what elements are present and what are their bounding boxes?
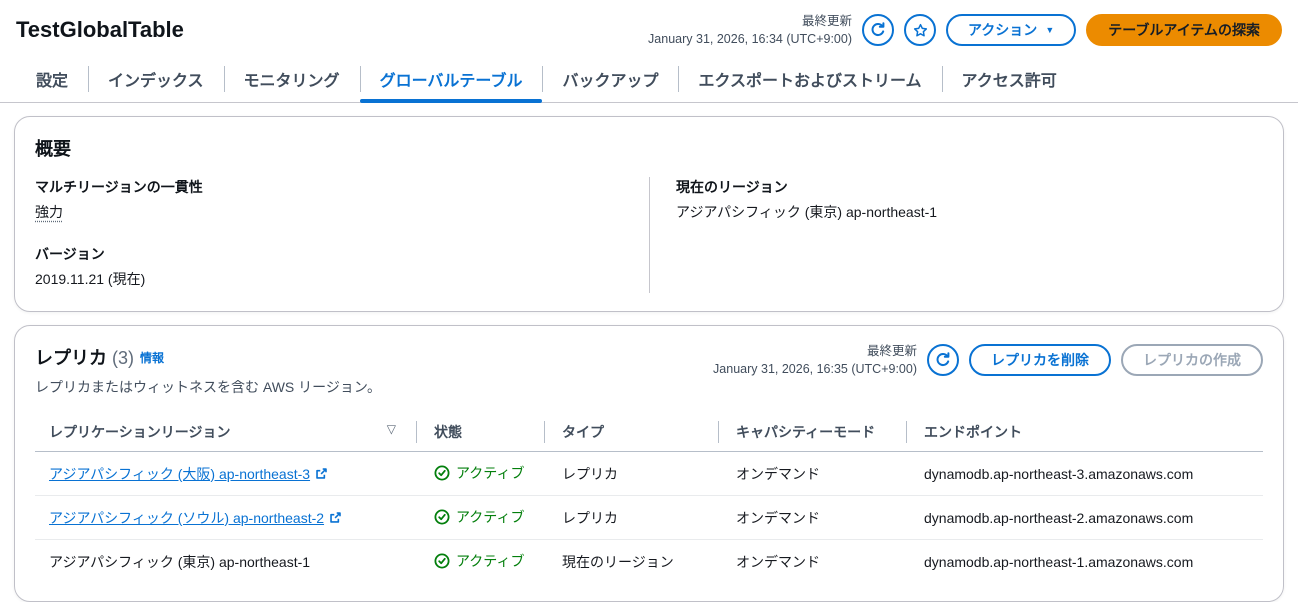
current-region-label: 現在のリージョン	[676, 179, 788, 196]
refresh-icon	[935, 352, 951, 368]
tab-bar: 設定 インデックス モニタリング グローバルテーブル バックアップ エクスポート…	[0, 56, 1298, 104]
column-header-type: タイプ	[544, 413, 718, 453]
tab-exports-streams[interactable]: エクスポートおよびストリーム	[678, 56, 941, 102]
refresh-button[interactable]	[862, 14, 894, 47]
type-cell: レプリカ	[544, 451, 718, 497]
region-text: アジアパシフィック (東京) ap-northeast-1	[49, 553, 311, 570]
page-header: TestGlobalTable 最終更新 January 31, 2026, 1…	[0, 0, 1298, 48]
header-last-updated: 最終更新 January 31, 2026, 16:34 (UTC+9:00)	[648, 12, 852, 48]
status-badge: アクティブ	[434, 551, 524, 571]
table-row: アジアパシフィック (大阪) ap-northeast-3 アクティブ レプリカ…	[35, 451, 1263, 497]
refresh-icon	[870, 22, 886, 38]
replicas-count: (3)	[112, 348, 135, 369]
overview-title: 概要	[35, 139, 71, 160]
overview-left-column: マルチリージョンの一貫性 強力 バージョン 2019.11.21 (現在)	[35, 177, 649, 293]
capacity-mode-cell: オンデマンド	[718, 495, 906, 541]
column-header-region[interactable]: ▽ レプリケーションリージョン	[35, 413, 416, 453]
consistency-field: マルチリージョンの一貫性 強力	[35, 177, 649, 222]
endpoint-cell: dynamodb.ap-northeast-2.amazonaws.com	[906, 495, 1263, 541]
caret-down-icon: ▼	[1045, 24, 1055, 35]
tab-permissions[interactable]: アクセス許可	[942, 56, 1077, 102]
replicas-description: レプリカまたはウィットネスを含む AWS リージョン。	[35, 379, 382, 396]
header-actions: 最終更新 January 31, 2026, 16:34 (UTC+9:00) …	[648, 12, 1282, 48]
version-label: バージョン	[35, 246, 105, 263]
capacity-mode-cell: オンデマンド	[736, 553, 820, 570]
version-field: バージョン 2019.11.21 (現在)	[35, 244, 649, 289]
endpoint-cell: dynamodb.ap-northeast-3.amazonaws.com	[906, 451, 1263, 497]
replicas-table-header-row: ▽ レプリケーションリージョン 状態 タイプ キャパシティーモード エンドポイント	[35, 413, 1263, 453]
current-region-field: 現在のリージョン アジアパシフィック (東京) ap-northeast-1	[676, 177, 1263, 222]
last-updated-value: January 31, 2026, 16:34 (UTC+9:00)	[648, 32, 852, 47]
column-header-status: 状態	[416, 413, 544, 453]
replicas-last-updated-value: January 31, 2026, 16:35 (UTC+9:00)	[713, 362, 917, 377]
tab-global-tables[interactable]: グローバルテーブル	[359, 56, 543, 104]
replicas-card: レプリカ (3) 情報 レプリカまたはウィットネスを含む AWS リージョン。 最…	[14, 325, 1284, 602]
replicas-heading-block: レプリカ (3) 情報 レプリカまたはウィットネスを含む AWS リージョン。	[35, 342, 381, 397]
replicas-actions: 最終更新 January 31, 2026, 16:35 (UTC+9:00) …	[713, 342, 1263, 378]
star-icon	[913, 23, 928, 38]
favorite-star-button[interactable]	[904, 14, 936, 47]
column-header-endpoint: エンドポイント	[906, 413, 1263, 453]
status-active-icon	[434, 553, 450, 569]
tab-indexes[interactable]: インデックス	[88, 56, 224, 102]
status-active-icon	[434, 465, 450, 481]
consistency-label: マルチリージョンの一貫性	[35, 179, 203, 196]
explore-table-items-label: テーブルアイテムの探索	[1108, 22, 1260, 39]
status-active-icon	[434, 509, 450, 525]
overview-right-column: 現在のリージョン アジアパシフィック (東京) ap-northeast-1	[649, 177, 1263, 294]
table-row: アジアパシフィック (ソウル) ap-northeast-2 アクティブ レプリ…	[35, 495, 1263, 541]
sort-descending-icon[interactable]: ▽	[387, 422, 396, 436]
status-badge: アクティブ	[434, 507, 524, 527]
replicas-card-header: レプリカ (3) 情報 レプリカまたはウィットネスを含む AWS リージョン。 最…	[35, 342, 1263, 397]
actions-dropdown-label: アクション	[968, 22, 1038, 39]
external-link-icon	[329, 511, 342, 524]
region-link[interactable]: アジアパシフィック (大阪) ap-northeast-3	[49, 464, 328, 484]
replicas-table: ▽ レプリケーションリージョン 状態 タイプ キャパシティーモード エンドポイント…	[35, 413, 1263, 583]
tab-monitoring[interactable]: モニタリング	[224, 56, 360, 102]
overview-card: 概要 マルチリージョンの一貫性 強力 バージョン 2019.11.21 (現在)…	[14, 116, 1284, 313]
external-link-icon	[315, 467, 328, 480]
delete-replica-button[interactable]: レプリカを削除	[969, 344, 1111, 377]
type-cell: 現在のリージョン	[562, 553, 674, 570]
replicas-title: レプリカ (3) 情報	[35, 344, 381, 370]
table-row: アジアパシフィック (東京) ap-northeast-1 アクティブ 現在のリ…	[35, 540, 1263, 584]
create-replica-button: レプリカの作成	[1121, 344, 1263, 377]
explore-table-items-button[interactable]: テーブルアイテムの探索	[1086, 14, 1282, 47]
current-region-value: アジアパシフィック (東京) ap-northeast-1	[676, 204, 938, 221]
replicas-last-updated-label: 最終更新	[866, 344, 917, 359]
last-updated-label: 最終更新	[801, 14, 852, 28]
overview-grid: マルチリージョンの一貫性 強力 バージョン 2019.11.21 (現在) 現在…	[35, 177, 1263, 294]
column-header-capacity-mode: キャパシティーモード	[718, 413, 906, 453]
replicas-title-text: レプリカ	[35, 348, 107, 369]
version-value: 2019.11.21 (現在)	[35, 271, 146, 288]
type-cell: レプリカ	[544, 495, 718, 541]
page-title: TestGlobalTable	[16, 17, 184, 43]
capacity-mode-cell: オンデマンド	[718, 451, 906, 497]
region-link[interactable]: アジアパシフィック (ソウル) ap-northeast-2	[49, 508, 342, 528]
info-link[interactable]: 情報	[140, 351, 164, 365]
endpoint-cell: dynamodb.ap-northeast-1.amazonaws.com	[924, 553, 1194, 570]
replicas-refresh-button[interactable]	[927, 344, 959, 377]
consistency-value[interactable]: 強力	[35, 204, 63, 220]
status-badge: アクティブ	[434, 463, 524, 483]
replicas-last-updated: 最終更新 January 31, 2026, 16:35 (UTC+9:00)	[713, 342, 917, 378]
tab-backups[interactable]: バックアップ	[542, 56, 678, 102]
tab-settings[interactable]: 設定	[16, 56, 88, 102]
actions-dropdown-button[interactable]: アクション ▼	[946, 14, 1077, 47]
